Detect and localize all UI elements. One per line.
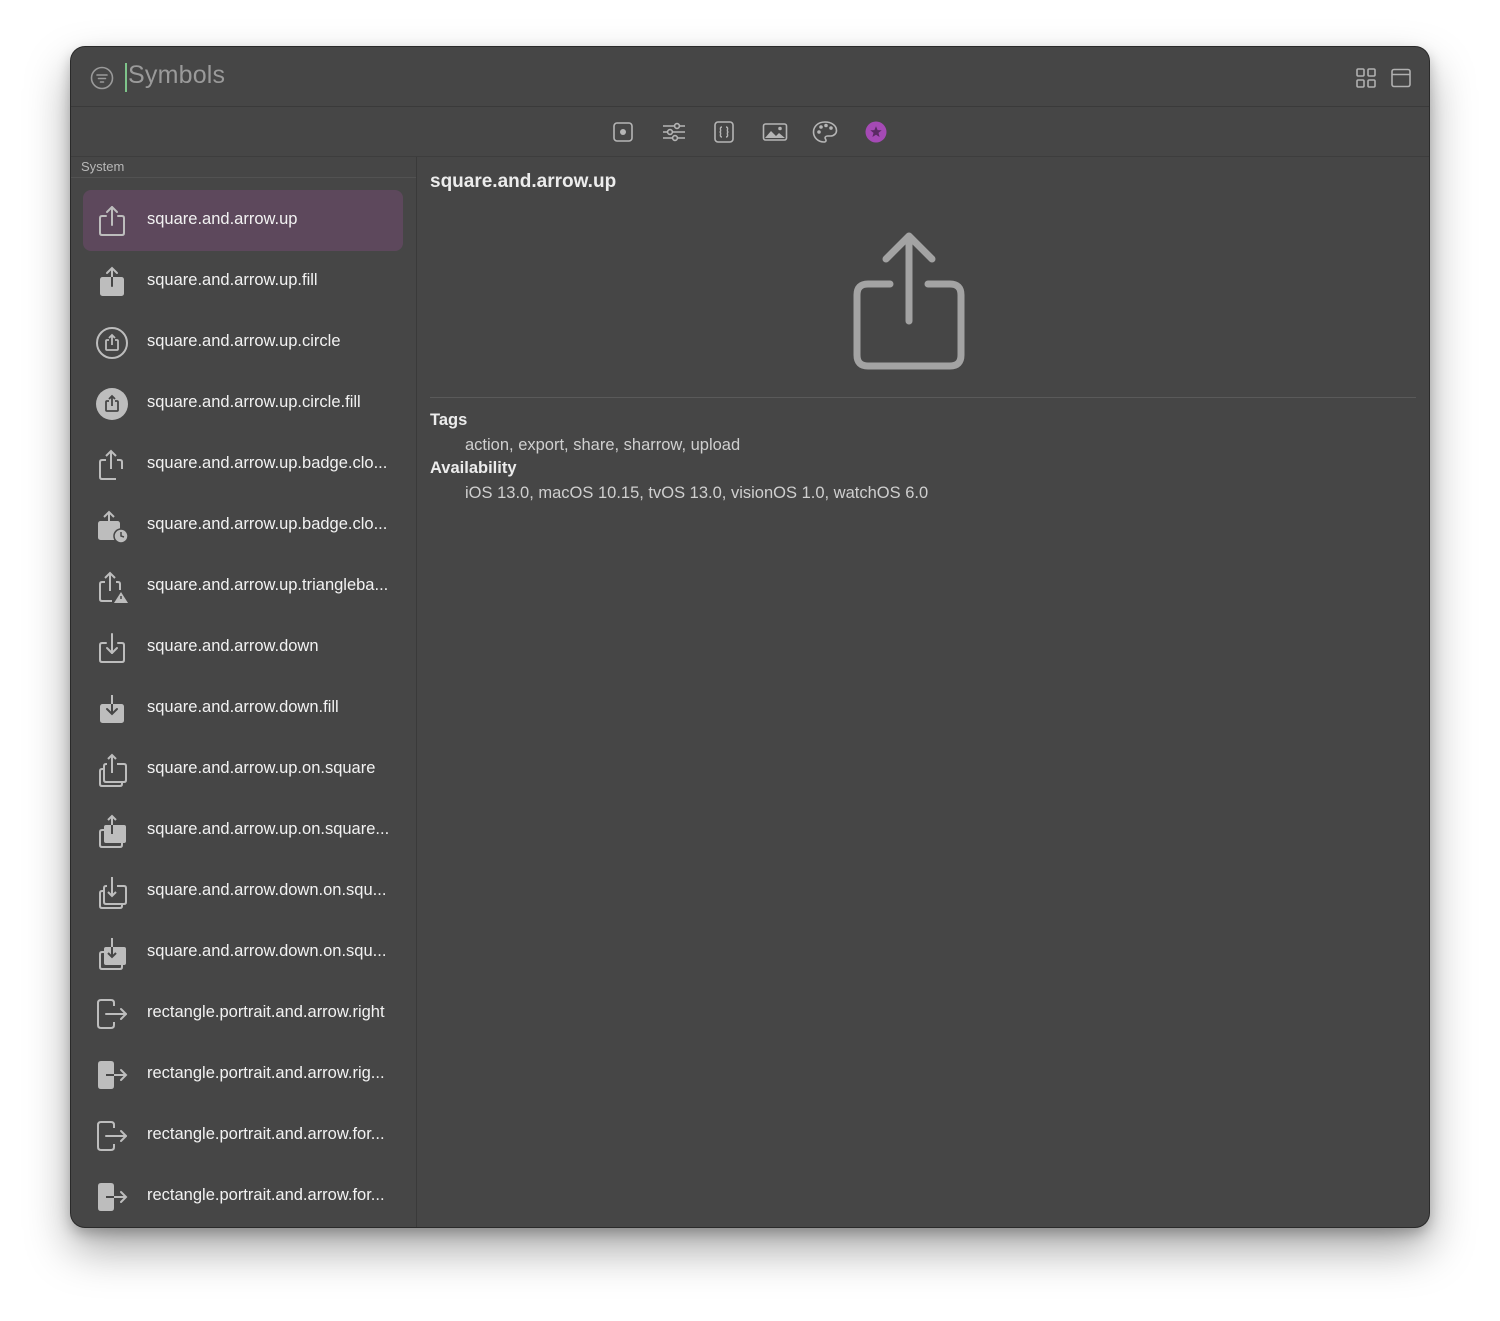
code-braces-icon[interactable] — [711, 120, 737, 144]
favorite-star-icon[interactable] — [863, 120, 889, 144]
symbol-list: square.and.arrow.up square.and.arrow.up.f… — [83, 190, 403, 1227]
symbol-row-selected[interactable]: square.and.arrow.up — [83, 190, 403, 251]
symbol-name: square.and.arrow.up.circle.fill — [147, 393, 361, 411]
symbol-row[interactable]: square.and.arrow.up.circle — [83, 312, 403, 373]
rectangle-portrait-arrow-forward-fill-icon — [98, 1183, 128, 1211]
square-arrow-up-badge-clock-fill-icon — [98, 510, 129, 543]
symbol-row[interactable]: square.and.arrow.down — [83, 617, 403, 678]
symbol-name: square.and.arrow.up.badge.clo... — [147, 515, 388, 533]
tags-heading: Tags — [430, 411, 468, 429]
square-arrow-up-circle-icon — [96, 327, 128, 359]
square-arrow-down-on-square-fill-icon — [99, 938, 126, 970]
symbol-name: square.and.arrow.up.fill — [147, 271, 318, 289]
symbol-name: square.and.arrow.up — [147, 210, 298, 228]
symbol-name: square.and.arrow.up.on.square — [147, 759, 376, 777]
grid-view-icon[interactable] — [1355, 67, 1377, 89]
symbol-sidebar: System square.and.arrow.up square.and.arr… — [71, 157, 417, 1227]
availability-value: iOS 13.0, macOS 10.15, tvOS 13.0, vision… — [465, 484, 929, 502]
square-arrow-up-trianglebadge-icon — [99, 571, 128, 603]
square-arrow-up-icon — [99, 206, 125, 236]
symbol-name: square.and.arrow.down.fill — [147, 698, 339, 716]
symbol-row[interactable]: square.and.arrow.up.on.square... — [83, 800, 403, 861]
palette-icon[interactable] — [812, 120, 838, 144]
symbol-name: rectangle.portrait.and.arrow.rig... — [147, 1064, 385, 1082]
symbol-row[interactable]: square.and.arrow.up.on.square — [83, 739, 403, 800]
search-input[interactable]: Symbols — [128, 61, 225, 90]
rendering-mode-icon[interactable] — [610, 120, 636, 144]
square-arrow-up-on-square-icon — [99, 753, 127, 787]
inspector-toolbar — [71, 107, 1429, 157]
detail-pane: square.and.arrow.up Tags action, export,… — [417, 157, 1429, 1227]
symbol-row[interactable]: rectangle.portrait.and.arrow.right — [83, 983, 403, 1044]
symbol-name: square.and.arrow.down — [147, 637, 319, 655]
symbol-row[interactable]: square.and.arrow.down.on.squ... — [83, 922, 403, 983]
symbol-name: square.and.arrow.down.on.squ... — [147, 881, 387, 899]
symbol-row[interactable]: square.and.arrow.up.badge.clo... — [83, 434, 403, 495]
symbol-name: square.and.arrow.up.badge.clo... — [147, 454, 388, 472]
symbol-row[interactable]: square.and.arrow.down.on.squ... — [83, 861, 403, 922]
photo-icon[interactable] — [762, 120, 788, 144]
symbol-name: square.and.arrow.up.triangleba... — [147, 576, 389, 594]
section-label: System — [81, 159, 125, 174]
square-arrow-up-circle-fill-icon — [96, 388, 128, 420]
symbol-row[interactable]: square.and.arrow.up.triangleba... — [83, 556, 403, 617]
square-arrow-up-preview-icon — [853, 232, 965, 370]
filter-icon[interactable] — [90, 66, 114, 90]
rectangle-portrait-arrow-right-fill-icon — [98, 1061, 128, 1089]
title-bar: Symbols — [71, 47, 1429, 107]
availability-heading: Availability — [430, 459, 517, 477]
symbol-title: square.and.arrow.up — [430, 171, 617, 192]
square-arrow-up-badge-clock-icon — [99, 449, 123, 480]
square-arrow-up-on-square-fill-icon — [99, 814, 126, 848]
square-arrow-down-icon — [99, 633, 125, 663]
symbol-row[interactable]: rectangle.portrait.and.arrow.for... — [83, 1105, 403, 1166]
square-arrow-down-fill-icon — [100, 695, 124, 723]
symbol-row[interactable]: square.and.arrow.down.fill — [83, 678, 403, 739]
sliders-icon[interactable] — [661, 120, 687, 144]
detail-divider — [430, 397, 1416, 398]
symbol-name: rectangle.portrait.and.arrow.for... — [147, 1186, 385, 1204]
square-arrow-up-fill-icon — [100, 266, 124, 296]
symbol-name: square.and.arrow.up.on.square... — [147, 820, 390, 838]
square-arrow-down-on-square-icon — [99, 877, 127, 909]
symbol-row[interactable]: square.and.arrow.up.fill — [83, 251, 403, 312]
inspector-panel-icon[interactable] — [1390, 67, 1412, 89]
tags-value: action, export, share, sharrow, upload — [465, 436, 741, 454]
symbol-row[interactable]: square.and.arrow.up.badge.clo... — [83, 495, 403, 556]
symbol-row[interactable]: rectangle.portrait.and.arrow.for... — [83, 1166, 403, 1227]
symbol-row[interactable]: square.and.arrow.up.circle.fill — [83, 373, 403, 434]
symbol-name: rectangle.portrait.and.arrow.right — [147, 1003, 385, 1021]
rectangle-portrait-arrow-right-icon — [97, 999, 127, 1029]
app-window: Symbols System square.and.arrow.up squar… — [71, 47, 1429, 1227]
symbol-name: square.and.arrow.down.on.squ... — [147, 942, 387, 960]
symbol-name: square.and.arrow.up.circle — [147, 332, 341, 350]
rectangle-portrait-arrow-forward-icon — [97, 1121, 127, 1151]
text-caret — [125, 63, 127, 92]
symbol-row[interactable]: rectangle.portrait.and.arrow.rig... — [83, 1044, 403, 1105]
section-divider — [71, 177, 416, 178]
symbol-name: rectangle.portrait.and.arrow.for... — [147, 1125, 385, 1143]
